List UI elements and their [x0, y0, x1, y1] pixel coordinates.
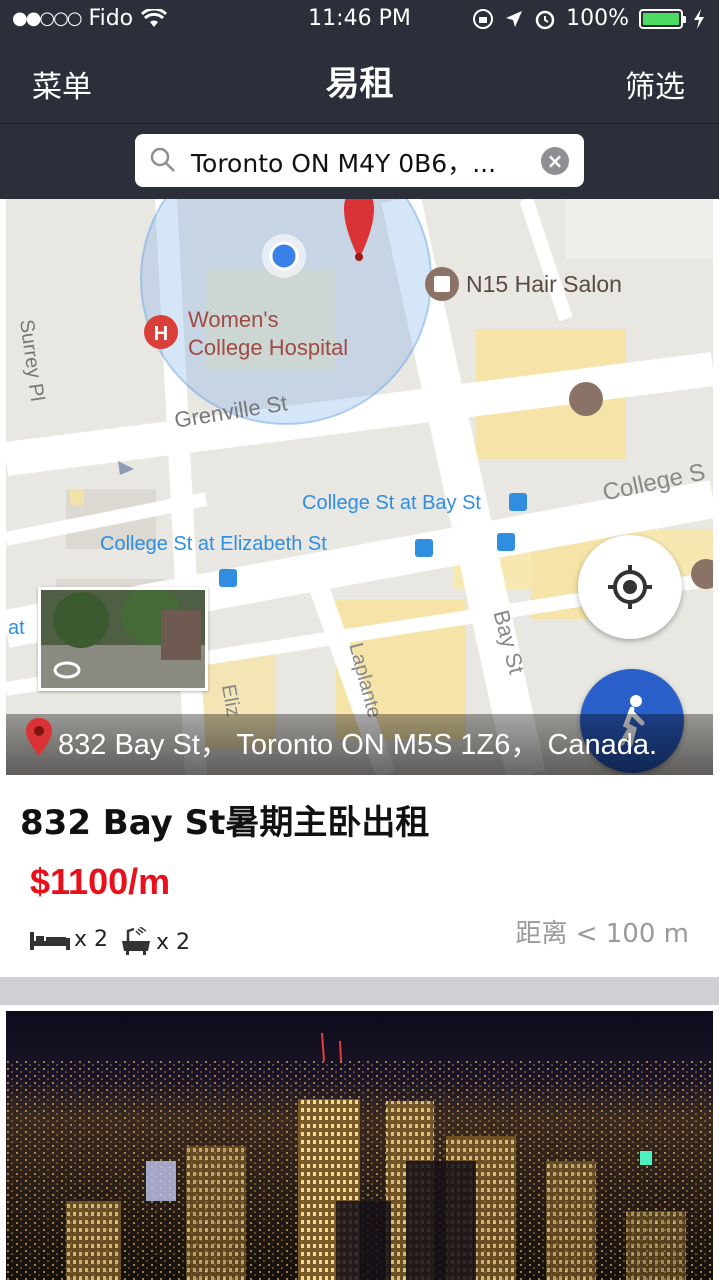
location-arrow-icon: [506, 10, 523, 27]
map-label-college-elizabeth: College St at Elizabeth St: [100, 533, 327, 555]
map-label-college-bay: College St at Bay St: [302, 492, 481, 514]
location-pin-icon: [26, 718, 52, 756]
battery-icon: [639, 8, 686, 29]
bedroom-count: x 2: [30, 927, 108, 952]
rotation-lock-icon: [473, 8, 494, 29]
search-icon: [150, 147, 175, 172]
map-label-hair-salon: N15 Hair Salon: [466, 271, 622, 297]
bed-icon: [30, 931, 70, 950]
status-bar: ●●○○○ Fido 11:46 PM 100%: [0, 0, 719, 40]
map-address-text: 832 Bay St， Toronto ON M5S 1Z6， Canada.: [58, 729, 658, 761]
map-view[interactable]: H N15 Hair Salon Women's College Hospita…: [6, 199, 713, 775]
bathtub-icon: [122, 927, 150, 955]
listing-price: $1100/m: [30, 861, 171, 902]
bedroom-count-text: x 2: [74, 927, 109, 952]
listing-distance: 距离 < 100 m: [515, 919, 689, 949]
search-value: Toronto ON M4Y 0B6，...: [191, 149, 497, 178]
search-bar-container: Toronto ON M4Y 0B6，... ×: [0, 124, 719, 199]
clear-search-button[interactable]: ×: [541, 147, 569, 175]
listing-title: 832 Bay St暑期主卧出租: [20, 803, 430, 843]
map-label-at: at: [8, 617, 25, 639]
map-address-bar: 832 Bay St， Toronto ON M5S 1Z6， Canada.: [6, 714, 713, 775]
bathroom-count-text: x 2: [156, 929, 191, 955]
search-input[interactable]: Toronto ON M4Y 0B6，... ×: [135, 134, 584, 187]
map-label-hospital-line2: College Hospital: [188, 335, 349, 360]
list-separator: [0, 977, 719, 1005]
street-view-image: [41, 590, 205, 688]
page-title: 易租: [325, 64, 394, 104]
crosshair-icon: [608, 565, 652, 609]
charging-bolt-icon: [694, 8, 704, 29]
bathroom-count: x 2: [120, 927, 190, 957]
listing-card[interactable]: 832 Bay St暑期主卧出租 $1100/m x 2 x 2 距离 < 10…: [0, 775, 719, 977]
street-view-thumbnail[interactable]: [38, 587, 208, 691]
menu-button[interactable]: 菜单: [32, 62, 92, 106]
city-night-image: [6, 1011, 713, 1280]
listing-photo[interactable]: [6, 1011, 713, 1280]
my-location-button[interactable]: [578, 535, 682, 639]
map-label-hospital-line1: Women's: [188, 307, 279, 332]
battery-level: [643, 12, 679, 25]
battery-percent: 100%: [566, 6, 629, 31]
nav-bar: 菜单 易租 筛选: [0, 40, 719, 124]
filter-button[interactable]: 筛选: [625, 62, 685, 106]
svg-text:H: H: [154, 323, 168, 345]
status-indicators: 100%: [472, 6, 705, 31]
alarm-icon: [535, 10, 555, 29]
